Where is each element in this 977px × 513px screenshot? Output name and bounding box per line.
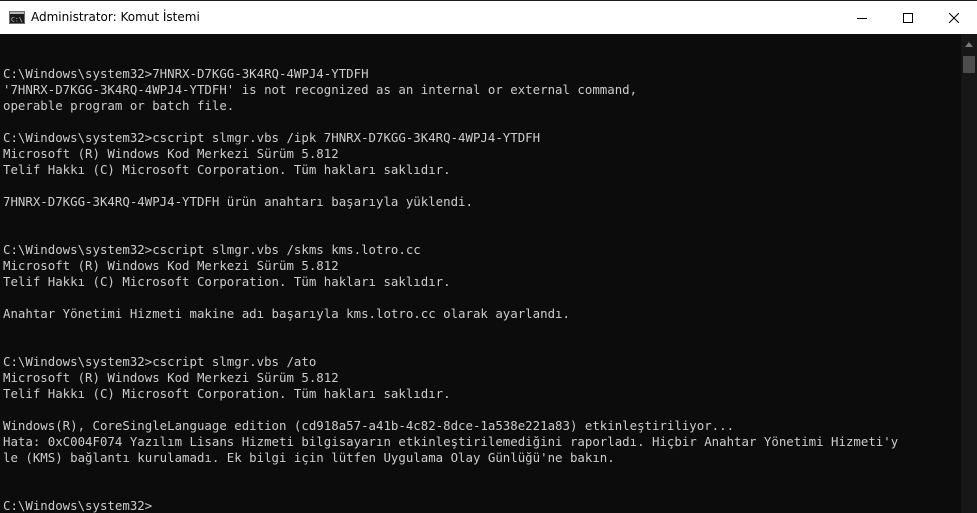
console-prompt-line: C:\Windows\system32> bbox=[3, 498, 153, 513]
console-line: 7HNRX-D7KGG-3K4RQ-4WPJ4-YTDFH ürün anaht… bbox=[3, 194, 473, 209]
close-button[interactable] bbox=[931, 2, 977, 34]
console-line: Telif Hakkı (C) Microsoft Corporation. T… bbox=[3, 162, 451, 177]
console-line: C:\Windows\system32>cscript slmgr.vbs /i… bbox=[3, 130, 541, 145]
maximize-button[interactable] bbox=[885, 2, 931, 34]
console-line: C:\Windows\system32>cscript slmgr.vbs /s… bbox=[3, 242, 421, 257]
scroll-up-button[interactable] bbox=[961, 34, 977, 51]
title-bar[interactable]: C:\ Administrator: Komut İstemi bbox=[0, 1, 977, 34]
console-line: Microsoft (R) Windows Kod Merkezi Sürüm … bbox=[3, 258, 339, 273]
svg-text:C:\: C:\ bbox=[11, 16, 23, 24]
command-prompt-window: C:\ Administrator: Komut İstemi C:\Windo… bbox=[0, 0, 977, 513]
maximize-icon bbox=[903, 13, 913, 23]
console-line: Hata: 0xC004F074 Yazılım Lisans Hizmeti … bbox=[3, 434, 899, 449]
cmd-icon[interactable]: C:\ bbox=[9, 11, 25, 24]
close-icon bbox=[949, 13, 959, 23]
console-line: Anahtar Yönetimi Hizmeti makine adı başa… bbox=[3, 306, 570, 321]
console-line: C:\Windows\system32>7HNRX-D7KGG-3K4RQ-4W… bbox=[3, 66, 369, 81]
scroll-thumb[interactable] bbox=[963, 56, 975, 73]
console-line: '7HNRX-D7KGG-3K4RQ-4WPJ4-YTDFH' is not r… bbox=[3, 82, 638, 97]
console-line: Telif Hakkı (C) Microsoft Corporation. T… bbox=[3, 274, 451, 289]
console-line: le (KMS) bağlantı kurulamadı. Ek bilgi i… bbox=[3, 450, 615, 465]
vertical-scrollbar[interactable] bbox=[961, 34, 977, 513]
console-line: operable program or batch file. bbox=[3, 98, 235, 113]
console-line: Windows(R), CoreSingleLanguage edition (… bbox=[3, 418, 735, 433]
window-title: Administrator: Komut İstemi bbox=[31, 10, 200, 24]
console-output[interactable]: C:\Windows\system32> 7HNRX-D7KGG-3K4RQ-4W… bbox=[0, 34, 961, 513]
minimize-icon bbox=[857, 13, 867, 23]
chevron-up-icon bbox=[965, 34, 973, 52]
console-line: Microsoft (R) Windows Kod Merkezi Sürüm … bbox=[3, 370, 339, 385]
minimize-button[interactable] bbox=[839, 2, 885, 34]
console-line: C:\Windows\system32>cscript slmgr.vbs /a… bbox=[3, 354, 317, 369]
console-line: Microsoft (R) Windows Kod Merkezi Sürüm … bbox=[3, 146, 339, 161]
console-line: Telif Hakkı (C) Microsoft Corporation. T… bbox=[3, 386, 451, 401]
